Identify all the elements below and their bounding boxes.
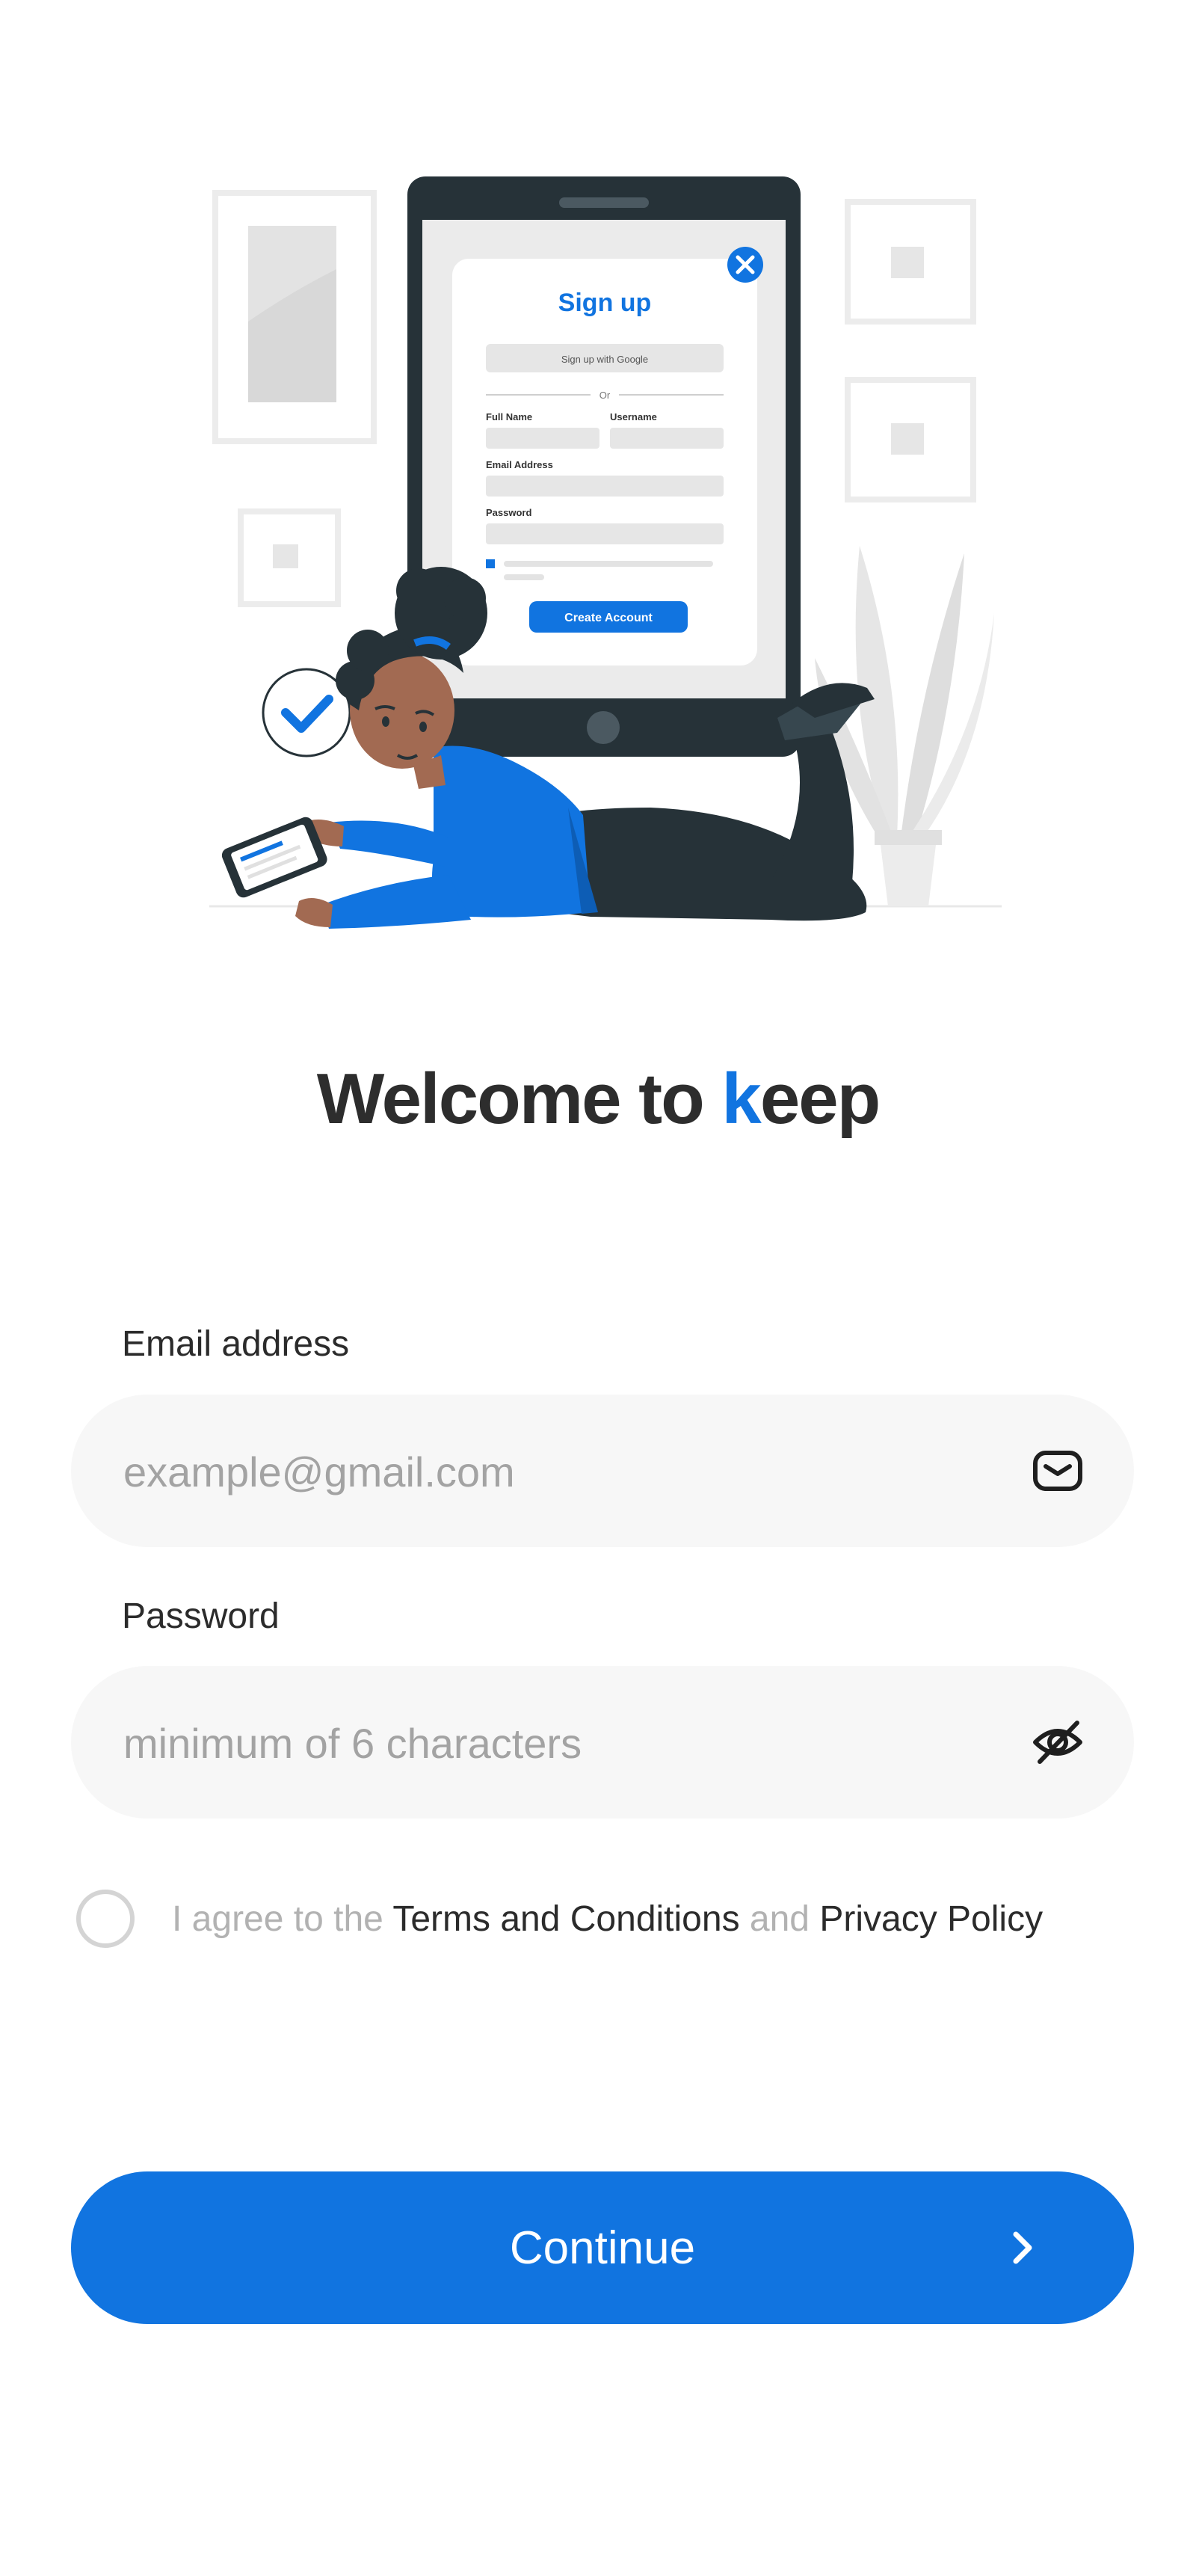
password-label: Password bbox=[122, 1596, 280, 1636]
agree-radio[interactable] bbox=[76, 1890, 135, 1948]
brand-name: eep bbox=[759, 1059, 881, 1139]
password-field[interactable] bbox=[71, 1666, 1134, 1820]
terms-agreement: I agree to the Terms and Conditions and … bbox=[76, 1886, 1138, 1952]
privacy-link[interactable]: Privacy Policy bbox=[819, 1899, 1043, 1939]
email-label: Email address bbox=[122, 1324, 350, 1364]
svg-text:Sign up with Google: Sign up with Google bbox=[561, 354, 648, 365]
agreement-text: I agree to the Terms and Conditions and … bbox=[172, 1899, 1043, 1940]
svg-text:Or: Or bbox=[599, 390, 611, 401]
continue-button[interactable]: Continue bbox=[71, 2171, 1134, 2324]
wall-frame bbox=[845, 199, 976, 325]
email-input[interactable] bbox=[122, 1395, 992, 1549]
wall-frame bbox=[845, 377, 976, 502]
welcome-title: Welcome to keep bbox=[0, 1058, 1196, 1140]
wall-frame bbox=[212, 190, 377, 444]
svg-text:Email Address: Email Address bbox=[486, 459, 553, 470]
svg-text:Create Account: Create Account bbox=[564, 612, 653, 624]
agreement-conjunction: and bbox=[739, 1899, 820, 1939]
agreement-prefix: I agree to the bbox=[172, 1899, 393, 1939]
svg-text:Full Name: Full Name bbox=[486, 411, 532, 422]
svg-text:Sign up: Sign up bbox=[558, 289, 652, 317]
welcome-prefix: Welcome to bbox=[316, 1059, 722, 1139]
tablet-device: Sign up Sign up with Google Or Full Name… bbox=[407, 176, 801, 757]
email-field[interactable] bbox=[71, 1395, 1134, 1549]
svg-text:Password: Password bbox=[486, 507, 531, 518]
chevron-right-icon bbox=[1013, 2231, 1032, 2264]
brand-logo-k: k bbox=[721, 1059, 761, 1139]
signup-illustration: Sign up Sign up with Google Or Full Name… bbox=[209, 176, 1002, 929]
svg-text:Username: Username bbox=[610, 411, 657, 422]
wall-frame bbox=[238, 508, 341, 607]
password-input[interactable] bbox=[122, 1666, 992, 1820]
eye-off-icon[interactable] bbox=[1031, 1715, 1085, 1769]
terms-link[interactable]: Terms and Conditions bbox=[392, 1899, 739, 1939]
continue-label: Continue bbox=[509, 2222, 696, 2274]
mail-icon bbox=[1033, 1451, 1082, 1491]
